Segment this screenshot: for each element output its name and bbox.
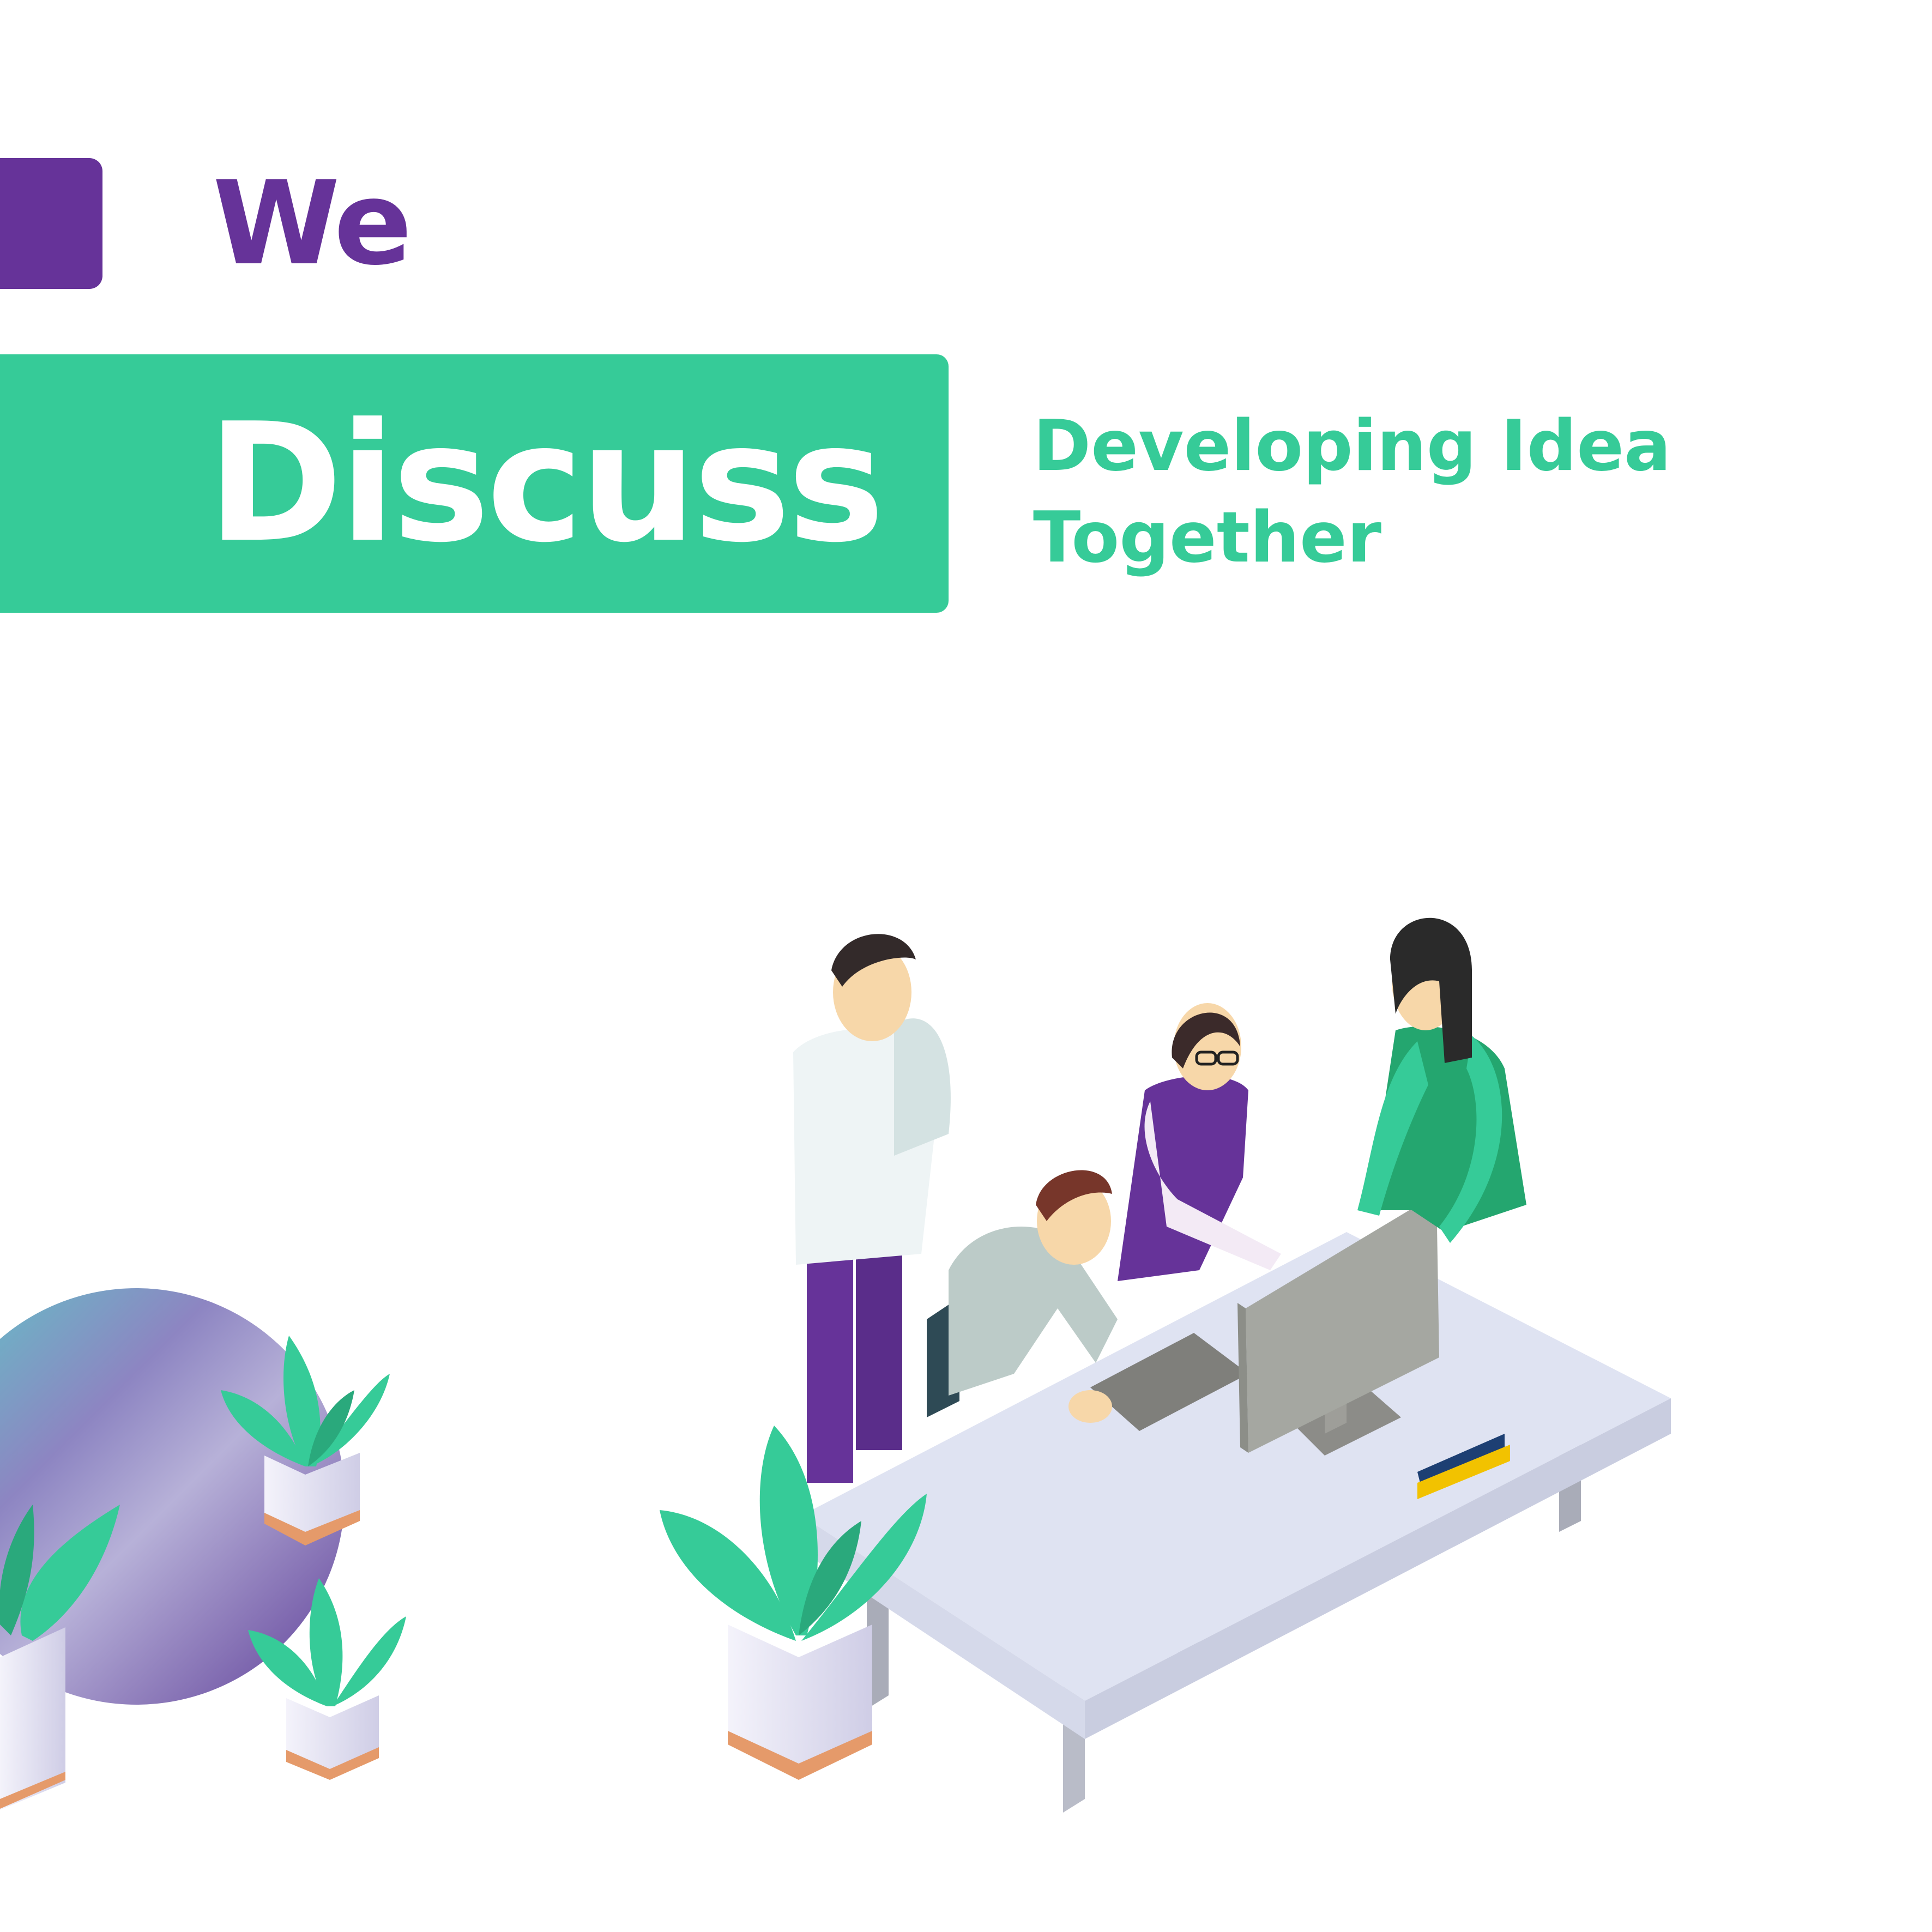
- page-title: Discuss: [207, 388, 885, 578]
- office-illustration: [0, 917, 1671, 1813]
- tagline-line-2: Together: [1033, 497, 1381, 578]
- person-icon: [1118, 1003, 1281, 1281]
- tagline-line-1: Developing Idea: [1033, 406, 1671, 487]
- purple-tab-accent: [0, 158, 102, 289]
- tagline: Developing Idea Together: [1033, 401, 1742, 584]
- prefix-word: We: [213, 156, 412, 291]
